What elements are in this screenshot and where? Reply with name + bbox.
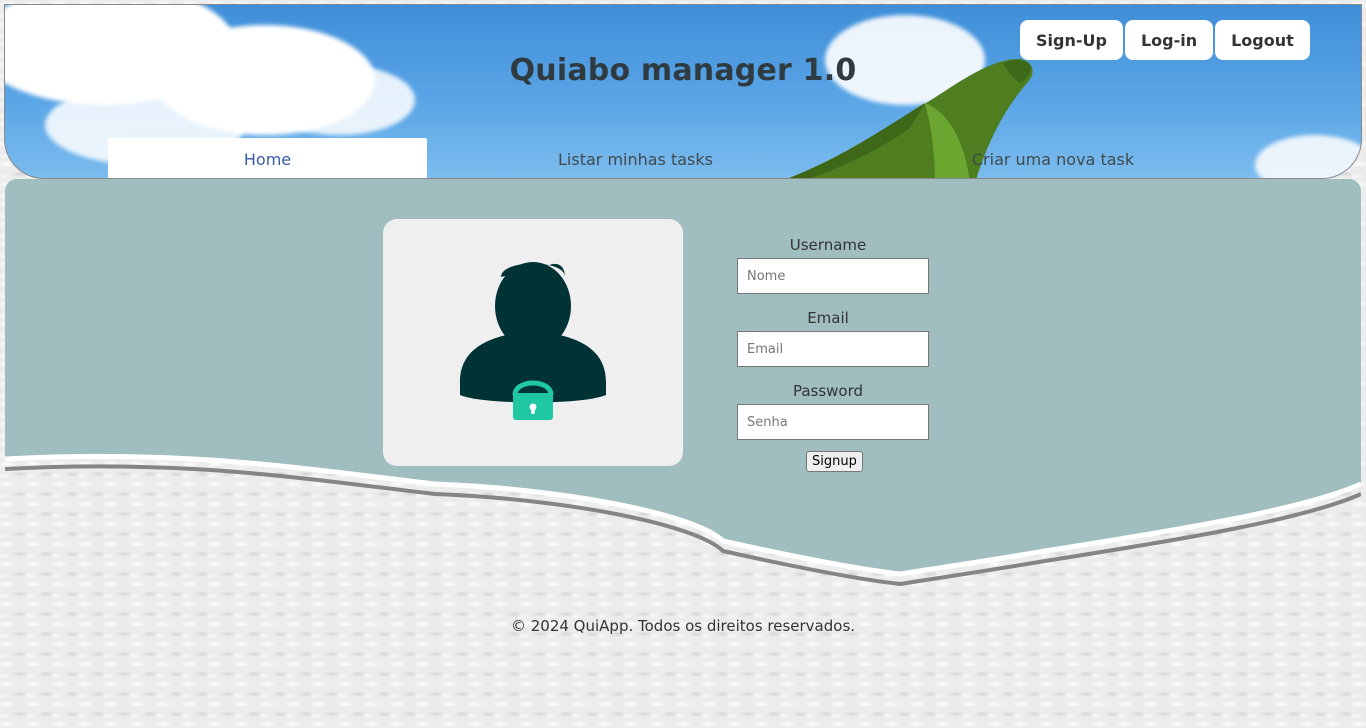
site-header: Quiabo manager 1.0 Sign-Up Log-in Logout… [4,4,1362,179]
logout-button[interactable]: Logout [1215,20,1310,60]
signup-form: Username Email Password Signup [737,235,929,472]
username-input[interactable] [737,258,929,294]
signup-submit-button[interactable]: Signup [806,451,863,472]
tab-new-task[interactable]: Criar uma nova task [943,138,1163,178]
username-label: Username [789,236,867,254]
auth-buttons: Sign-Up Log-in Logout [1020,20,1310,60]
main-content: Username Email Password Signup [5,179,1361,599]
tab-home[interactable]: Home [108,138,427,178]
cloud [1255,135,1361,178]
password-label: Password [792,382,864,400]
login-button[interactable]: Log-in [1124,20,1214,60]
email-label: Email [807,309,849,327]
main-nav: Home Listar minhas tasks Criar uma nova … [108,138,1258,178]
torn-paper-background [5,179,1361,587]
signup-button[interactable]: Sign-Up [1020,20,1123,60]
footer-copyright: © 2024 QuiApp. Todos os direitos reserva… [510,617,856,635]
avatar-card [383,219,683,466]
user-lock-icon [460,262,606,420]
tab-list-tasks[interactable]: Listar minhas tasks [508,138,763,178]
password-input[interactable] [737,404,929,440]
email-input[interactable] [737,331,929,367]
